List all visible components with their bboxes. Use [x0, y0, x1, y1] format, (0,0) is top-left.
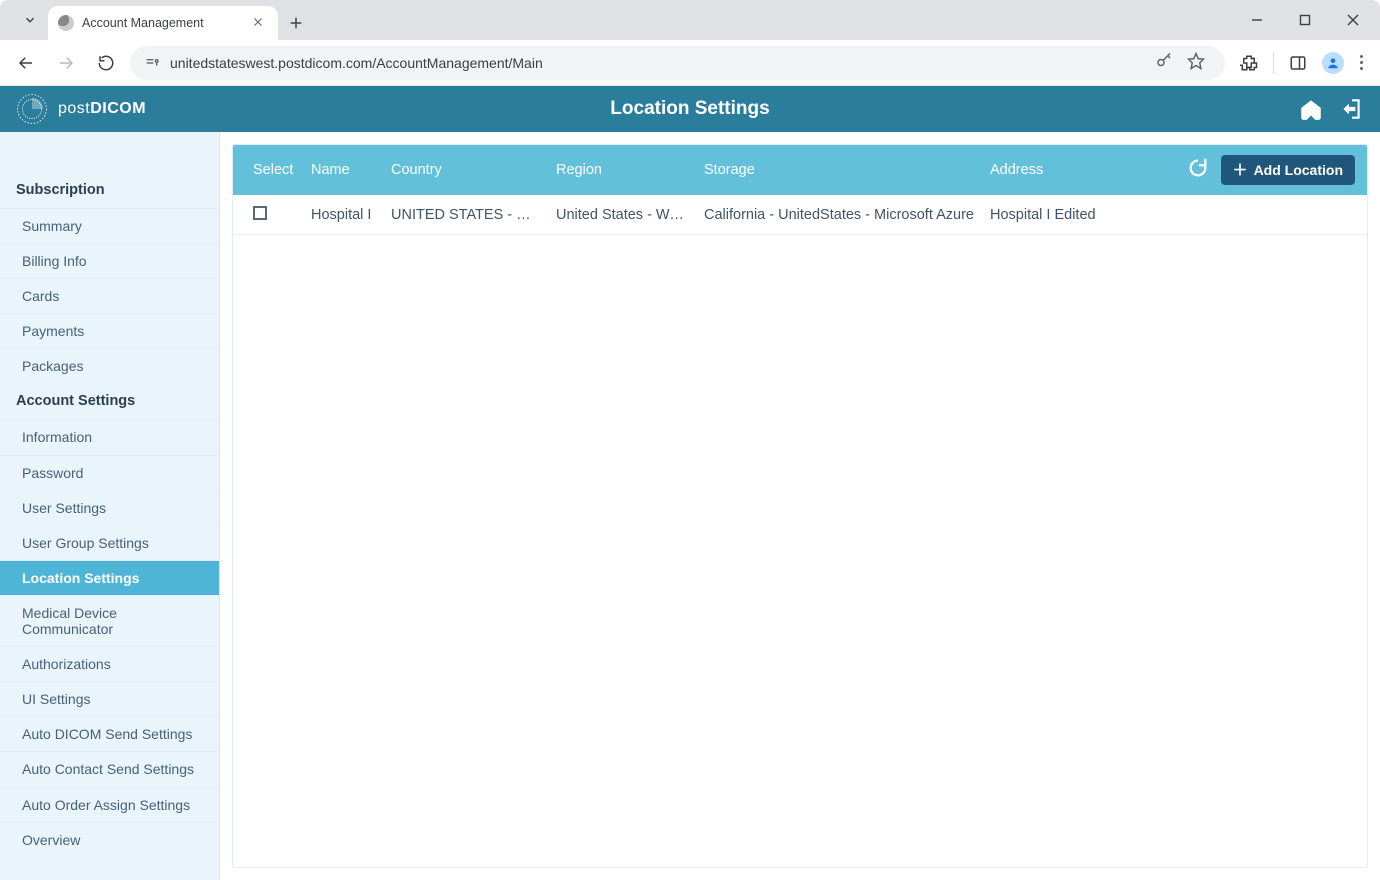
- table-body: Hospital IUNITED STATES - WESTUnited Sta…: [233, 195, 1367, 235]
- add-location-label: Add Location: [1254, 162, 1343, 178]
- browser-tab-active[interactable]: Account Management: [48, 6, 278, 40]
- exit-icon[interactable]: [1338, 96, 1364, 122]
- nav-back-button[interactable]: [10, 47, 42, 79]
- side-panel-button[interactable]: [1282, 47, 1314, 79]
- table-row[interactable]: Hospital IUNITED STATES - WESTUnited Sta…: [233, 195, 1367, 235]
- sidebar: SubscriptionSummaryBilling InfoCardsPaym…: [0, 132, 220, 880]
- cell-name: Hospital I: [303, 207, 383, 223]
- plus-icon: ＋: [1233, 163, 1248, 178]
- favicon-icon: [58, 15, 74, 31]
- sidebar-item-information[interactable]: Information: [0, 419, 219, 454]
- page-title: Location Settings: [610, 98, 769, 120]
- sidebar-item-overview[interactable]: Overview: [0, 822, 219, 857]
- extensions-button[interactable]: [1233, 47, 1265, 79]
- sidebar-item-billing-info[interactable]: Billing Info: [0, 243, 219, 278]
- cell-storage: California - UnitedStates - Microsoft Az…: [696, 207, 982, 223]
- th-storage[interactable]: Storage: [696, 162, 982, 178]
- window-close-button[interactable]: [1330, 4, 1376, 36]
- cell-region: United States - West: [548, 207, 696, 223]
- sidebar-item-payments[interactable]: Payments: [0, 313, 219, 348]
- brand-logo[interactable]: postDICOM: [16, 93, 146, 125]
- th-country[interactable]: Country: [383, 162, 548, 178]
- brand-text: postDICOM: [58, 100, 146, 118]
- toolbar-separator: [1273, 52, 1274, 74]
- sidebar-item-user-settings[interactable]: User Settings: [0, 490, 219, 525]
- nav-forward-button[interactable]: [50, 47, 82, 79]
- sidebar-item-user-group-settings[interactable]: User Group Settings: [0, 525, 219, 560]
- cell-address: Hospital I Edited: [982, 207, 1355, 223]
- browser-toolbar: unitedstateswest.postdicom.com/AccountMa…: [0, 40, 1380, 86]
- sidebar-item-password[interactable]: Password: [0, 455, 219, 490]
- refresh-icon[interactable]: [1187, 157, 1209, 183]
- th-name[interactable]: Name: [303, 162, 383, 178]
- row-checkbox[interactable]: [253, 206, 267, 220]
- site-info-icon[interactable]: [144, 55, 160, 71]
- locations-table: Select Name Country Region Storage Addre…: [232, 144, 1368, 868]
- new-tab-button[interactable]: [282, 9, 310, 37]
- browser-tabstrip: Account Management: [0, 0, 1380, 40]
- app-header: postDICOM Location Settings: [0, 86, 1380, 132]
- window-minimize-button[interactable]: [1234, 4, 1280, 36]
- sidebar-item-summary[interactable]: Summary: [0, 208, 219, 243]
- table-header-row: Select Name Country Region Storage Addre…: [233, 145, 1367, 195]
- window-maximize-button[interactable]: [1282, 4, 1328, 36]
- profile-avatar-button[interactable]: [1322, 52, 1344, 74]
- bookmark-star-icon[interactable]: [1187, 52, 1205, 73]
- add-location-button[interactable]: ＋ Add Location: [1221, 155, 1355, 185]
- th-select[interactable]: Select: [245, 162, 303, 178]
- tab-search-dropdown[interactable]: [16, 6, 44, 34]
- sidebar-item-auto-order-assign-settings[interactable]: Auto Order Assign Settings: [0, 787, 219, 822]
- url-text: unitedstateswest.postdicom.com/AccountMa…: [170, 55, 1139, 71]
- tab-close-button[interactable]: [248, 13, 268, 33]
- sidebar-item-medical-device-communicator[interactable]: Medical Device Communicator: [0, 595, 219, 646]
- sidebar-section-title: Subscription: [0, 172, 219, 208]
- sidebar-item-auto-contact-send-settings[interactable]: Auto Contact Send Settings: [0, 751, 219, 786]
- help-tour-icon[interactable]: [1298, 96, 1324, 122]
- sidebar-item-location-settings[interactable]: Location Settings: [0, 560, 219, 595]
- address-bar[interactable]: unitedstateswest.postdicom.com/AccountMa…: [130, 46, 1225, 80]
- sidebar-item-ui-settings[interactable]: UI Settings: [0, 681, 219, 716]
- browser-menu-button[interactable]: [1352, 55, 1370, 70]
- cell-country: UNITED STATES - WEST: [383, 207, 548, 223]
- main-content: Select Name Country Region Storage Addre…: [220, 132, 1380, 880]
- sidebar-item-authorizations[interactable]: Authorizations: [0, 646, 219, 681]
- sidebar-item-cards[interactable]: Cards: [0, 278, 219, 313]
- sidebar-section-title: Account Settings: [0, 383, 219, 419]
- tab-title: Account Management: [82, 16, 240, 30]
- brand-logo-icon: [16, 93, 48, 125]
- sidebar-item-packages[interactable]: Packages: [0, 348, 219, 383]
- nav-reload-button[interactable]: [90, 47, 122, 79]
- sidebar-item-auto-dicom-send-settings[interactable]: Auto DICOM Send Settings: [0, 716, 219, 751]
- th-address[interactable]: Address: [982, 162, 1187, 178]
- password-key-icon[interactable]: [1155, 52, 1173, 73]
- window-controls: [1234, 0, 1376, 40]
- th-region[interactable]: Region: [548, 162, 696, 178]
